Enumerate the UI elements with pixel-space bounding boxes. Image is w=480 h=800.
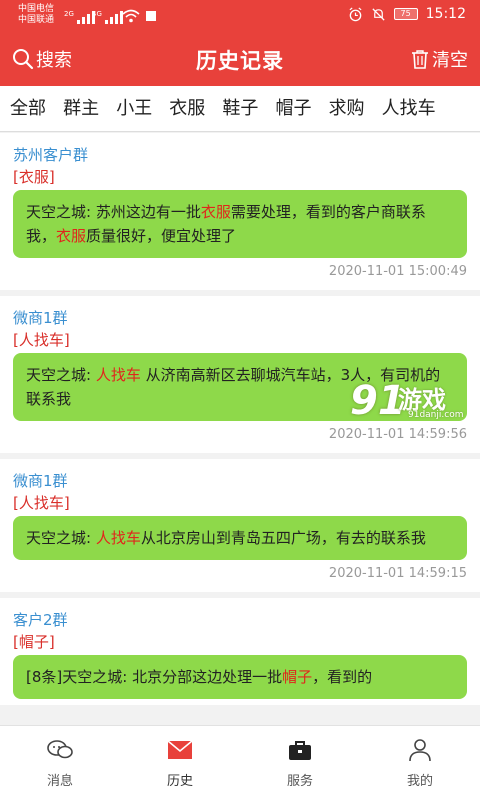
category-tag: [衣服]: [13, 168, 55, 186]
nav-history[interactable]: 历史: [120, 726, 240, 800]
group-name: 微商1群: [13, 472, 68, 490]
nav-messages[interactable]: 消息: [0, 726, 120, 800]
page-title: 历史记录: [196, 49, 284, 73]
message-card[interactable]: 微商1群 [人找车] 天空之城: 人找车 从济南高新区去聊城汽车站，3人，有司机…: [0, 296, 480, 453]
mail-icon: [167, 740, 193, 759]
keyword-highlight: 人找车: [95, 529, 141, 547]
clock: 15:12: [425, 6, 466, 22]
message-text: 质量很好，便宜处理了: [86, 227, 237, 245]
signal-icon-2: 4G: [92, 10, 123, 24]
message-text: 天空之城: 苏州这边有一批: [26, 203, 201, 221]
tab-ride-share[interactable]: 人找车: [382, 86, 436, 131]
tab-all[interactable]: 全部: [10, 86, 46, 131]
timestamp: 2020-11-01 14:59:15: [328, 566, 467, 581]
message-text: 从北京房山到青岛五四广场，有去的联系我: [140, 529, 426, 547]
nav-label: 历史: [166, 774, 193, 789]
group-name: 苏州客户群: [13, 146, 89, 164]
notification-icon: [146, 11, 156, 21]
nav-label: 服务: [286, 774, 313, 789]
message-card[interactable]: 客户2群 [帽子] [8条]天空之城: 北京分部这边处理一批帽子，看到的: [0, 598, 480, 705]
tab-group-owner[interactable]: 群主: [63, 86, 99, 131]
message-text: [8条]天空之城: 北京分部这边处理一批: [26, 668, 283, 686]
category-tag: [人找车]: [13, 494, 70, 512]
user-icon: [409, 739, 431, 762]
tab-clothes[interactable]: 衣服: [169, 86, 205, 131]
carrier-info: 中国电信 中国联通: [18, 4, 54, 26]
keyword-highlight: 人找车: [95, 366, 141, 384]
trash-icon: [412, 50, 428, 69]
nav-label: 消息: [46, 774, 73, 789]
tab-xiaowang[interactable]: 小王: [116, 86, 152, 131]
keyword-highlight: 帽子: [282, 668, 313, 686]
category-tabs: 全部 群主 小王 衣服 鞋子 帽子 求购 人找车: [0, 86, 480, 132]
group-name: 客户2群: [13, 611, 68, 629]
message-text: 天空之城:: [26, 529, 96, 547]
category-tag: [人找车]: [13, 331, 70, 349]
battery-icon: 75: [393, 8, 418, 20]
timestamp: 2020-11-01 14:59:56: [328, 427, 467, 442]
tab-hats[interactable]: 帽子: [275, 86, 311, 131]
briefcase-icon: [289, 741, 311, 760]
message-bubble: 天空之城: 苏州这边有一批衣服需要处理，看到的客户商联系我，衣服质量很好，便宜处…: [13, 190, 467, 258]
battery-level: 75: [400, 9, 411, 18]
chat-icon: [47, 740, 73, 759]
message-bubble: 天空之城: 人找车 从济南高新区去聊城汽车站，3人，有司机的联系我: [13, 353, 467, 421]
alarm-icon: [349, 6, 362, 21]
nav-label: 我的: [406, 774, 433, 789]
message-text: 天空之城:: [26, 366, 96, 384]
carrier-1: 中国电信: [18, 4, 55, 14]
mute-icon: [372, 7, 385, 21]
nav-services[interactable]: 服务: [240, 726, 360, 800]
bottom-nav: 消息 历史 服务 我的: [0, 725, 480, 800]
keyword-highlight: 衣服: [200, 203, 231, 221]
category-tag: [帽子]: [13, 633, 55, 651]
message-card[interactable]: 微商1群 [人找车] 天空之城: 人找车从北京房山到青岛五四广场，有去的联系我 …: [0, 459, 480, 592]
message-bubble: 天空之城: 人找车从北京房山到青岛五四广场，有去的联系我: [13, 516, 467, 560]
nav-profile[interactable]: 我的: [360, 726, 480, 800]
tab-wanted[interactable]: 求购: [329, 86, 365, 131]
group-name: 微商1群: [13, 309, 68, 327]
message-bubble: [8条]天空之城: 北京分部这边处理一批帽子，看到的: [13, 655, 467, 699]
clear-label: 清空: [432, 50, 468, 71]
tab-shoes[interactable]: 鞋子: [222, 86, 258, 131]
network-type-2: 4G: [92, 10, 102, 18]
timestamp: 2020-11-01 15:00:49: [328, 264, 467, 279]
keyword-highlight: 衣服: [56, 227, 87, 245]
message-text: ，看到的: [312, 668, 373, 686]
network-type-1: 2G: [64, 10, 74, 18]
message-card[interactable]: 苏州客户群 [衣服] 天空之城: 苏州这边有一批衣服需要处理，看到的客户商联系我…: [0, 133, 480, 290]
wifi-icon: [122, 9, 140, 23]
message-list: 苏州客户群 [衣服] 天空之城: 苏州这边有一批衣服需要处理，看到的客户商联系我…: [0, 133, 480, 725]
signal-icon: 2G: [64, 10, 95, 24]
status-bar: 中国电信 中国联通 2G 4G 75 15:12: [0, 0, 480, 34]
app-header: 搜索 历史记录 清空: [0, 34, 480, 86]
clear-button[interactable]: 清空: [411, 46, 468, 72]
carrier-2: 中国联通: [18, 15, 55, 25]
